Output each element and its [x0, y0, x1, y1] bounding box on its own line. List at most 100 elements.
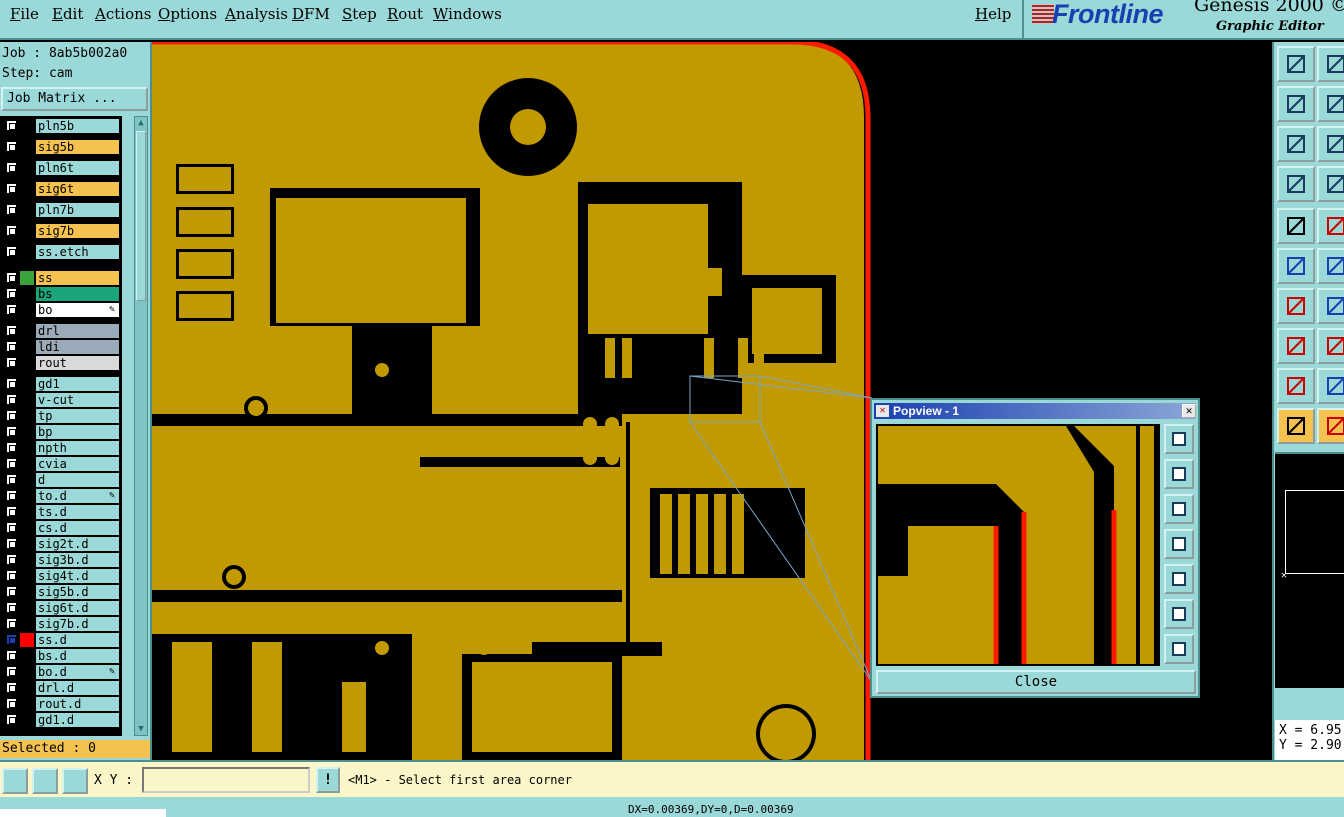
layer-checkbox[interactable]: [6, 246, 17, 257]
layer-name[interactable]: sig3b.d: [36, 553, 119, 567]
layer-checkbox[interactable]: [6, 490, 17, 501]
layer-name[interactable]: sig7b: [36, 224, 119, 238]
layer-name[interactable]: drl.d: [36, 681, 119, 695]
layer-color-swatch[interactable]: [20, 245, 34, 259]
menu-help[interactable]: Help: [975, 5, 1011, 23]
layer-color-swatch[interactable]: [20, 681, 34, 695]
layer-checkbox[interactable]: [6, 442, 17, 453]
layer-color-swatch[interactable]: [20, 457, 34, 471]
layer-name[interactable]: pln5b: [36, 119, 119, 133]
layer-checkbox[interactable]: [6, 225, 17, 236]
line-icon[interactable]: [1277, 288, 1315, 324]
layer-row-sig7b.d[interactable]: sig7b.d: [0, 616, 122, 632]
layer-name[interactable]: npth: [36, 441, 119, 455]
scroll-thumb[interactable]: [136, 131, 146, 301]
layer-row-pln6t[interactable]: pln6t: [0, 160, 122, 176]
close-icon[interactable]: ✕: [1182, 404, 1196, 418]
layer-color-swatch[interactable]: [20, 505, 34, 519]
layer-checkbox[interactable]: [6, 458, 17, 469]
menu-rout[interactable]: Rout: [387, 5, 423, 23]
layer-row-drl.d[interactable]: drl.d: [0, 680, 122, 696]
layer-row-pln7b[interactable]: pln7b: [0, 202, 122, 218]
zoom-in-icon[interactable]: [1164, 599, 1194, 629]
layer-color-swatch[interactable]: [20, 601, 34, 615]
menu-edit[interactable]: Edit: [52, 5, 83, 23]
triangle-icon[interactable]: [1277, 368, 1315, 404]
layer-name[interactable]: ss: [36, 271, 119, 285]
zoom-out-icon[interactable]: [1317, 126, 1344, 162]
layer-row-pln5b[interactable]: pln5b: [0, 118, 122, 134]
layer-row-npth[interactable]: npth: [0, 440, 122, 456]
layer-checkbox[interactable]: [6, 183, 17, 194]
layer-row-rout.d[interactable]: rout.d: [0, 696, 122, 712]
layer-color-swatch[interactable]: [20, 303, 34, 317]
layer-name[interactable]: ts.d: [36, 505, 119, 519]
layer-checkbox[interactable]: [6, 288, 17, 299]
layer-color-swatch[interactable]: [20, 356, 34, 370]
layer-row-tp[interactable]: tp: [0, 408, 122, 424]
layer-row-ts.d[interactable]: ts.d: [0, 504, 122, 520]
layer-color-swatch[interactable]: [20, 617, 34, 631]
layer-name[interactable]: gd1.d: [36, 713, 119, 727]
layer-color-swatch[interactable]: [20, 537, 34, 551]
popview-zoom-view[interactable]: [876, 424, 1160, 666]
layer-name[interactable]: bs.d: [36, 649, 119, 663]
delete-icon[interactable]: [1317, 248, 1344, 284]
snap-icon[interactable]: [1277, 208, 1315, 244]
layer-row-ss.etch[interactable]: ss.etch: [0, 244, 122, 260]
layer-checkbox[interactable]: [6, 714, 17, 725]
layer-color-swatch[interactable]: [20, 521, 34, 535]
menu-analysis[interactable]: Analysis: [225, 5, 288, 23]
menu-dfm[interactable]: DFM: [292, 5, 330, 23]
layer-checkbox[interactable]: [6, 522, 17, 533]
menu-options[interactable]: Options: [158, 5, 217, 23]
layer-color-swatch[interactable]: [20, 393, 34, 407]
settings-icon[interactable]: [1277, 166, 1315, 202]
pan-up-icon[interactable]: [1164, 459, 1194, 489]
snap-angle-icon[interactable]: [32, 768, 58, 794]
layer-row-d[interactable]: d: [0, 472, 122, 488]
pan-right-icon[interactable]: [1164, 564, 1194, 594]
layer-color-swatch[interactable]: [20, 119, 34, 133]
layer-color-swatch[interactable]: [20, 287, 34, 301]
layer-name[interactable]: sig4t.d: [36, 569, 119, 583]
layer-name[interactable]: pln6t: [36, 161, 119, 175]
layer-name[interactable]: sig6t.d: [36, 601, 119, 615]
layer-name[interactable]: ss.d: [36, 633, 119, 647]
layer-name[interactable]: ldi: [36, 340, 119, 354]
layer-color-swatch[interactable]: [20, 161, 34, 175]
layer-color-swatch[interactable]: [20, 585, 34, 599]
layer-checkbox[interactable]: [6, 682, 17, 693]
zoom-out-icon[interactable]: [1164, 634, 1194, 664]
layer-color-swatch[interactable]: [20, 224, 34, 238]
layer-checkbox[interactable]: [6, 586, 17, 597]
layer-checkbox[interactable]: [6, 618, 17, 629]
scroll-down-icon[interactable]: ▼: [135, 723, 147, 735]
layer-name[interactable]: sig5b.d: [36, 585, 119, 599]
layer-checkbox[interactable]: [6, 554, 17, 565]
layer-name[interactable]: sig7b.d: [36, 617, 119, 631]
layer-checkbox[interactable]: [6, 538, 17, 549]
close-button[interactable]: Close: [876, 670, 1196, 694]
layer-color-swatch[interactable]: [20, 553, 34, 567]
layer-checkbox[interactable]: [6, 162, 17, 173]
layer-color-swatch[interactable]: [20, 665, 34, 679]
layer-checkbox[interactable]: [6, 650, 17, 661]
menu-actions[interactable]: Actions: [95, 5, 151, 23]
layer-name[interactable]: tp: [36, 409, 119, 423]
layer-color-swatch[interactable]: [20, 697, 34, 711]
draw-rect-icon[interactable]: [1317, 208, 1344, 244]
layer-color-swatch[interactable]: [20, 340, 34, 354]
layer-row-v-cut[interactable]: v-cut: [0, 392, 122, 408]
layer-color-swatch[interactable]: [20, 182, 34, 196]
pan-left-icon[interactable]: [1164, 529, 1194, 559]
layer-name[interactable]: rout: [36, 356, 119, 370]
layer-row-bo[interactable]: bo ✎: [0, 302, 122, 318]
layer-checkbox[interactable]: [6, 141, 17, 152]
layer-color-swatch[interactable]: [20, 425, 34, 439]
layer-row-to.d[interactable]: to.d ✎: [0, 488, 122, 504]
layer-name[interactable]: rout.d: [36, 697, 119, 711]
layer-color-swatch[interactable]: [20, 140, 34, 154]
layer-color-swatch[interactable]: [20, 271, 34, 285]
layer-checkbox[interactable]: [6, 602, 17, 613]
